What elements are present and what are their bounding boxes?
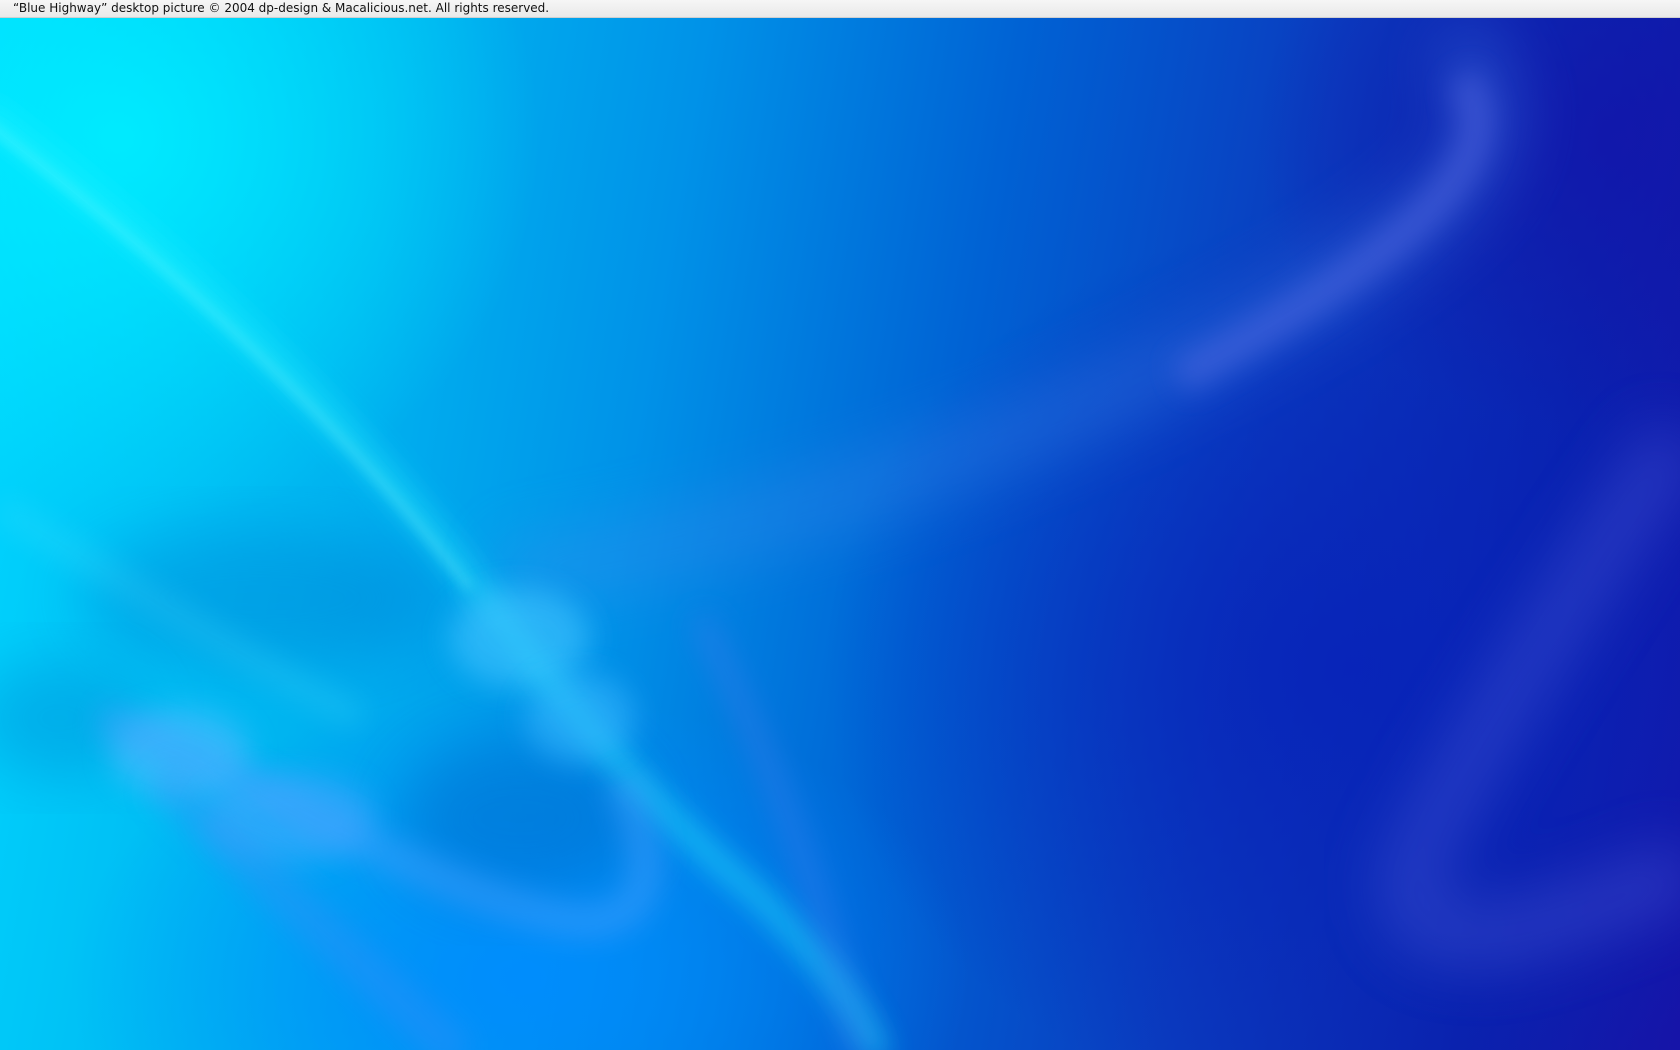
wallpaper-credit-bar: “Blue Highway” desktop picture © 2004 dp… [0, 0, 1680, 18]
desktop-wallpaper [0, 18, 1680, 1050]
wallpaper-credit-text: “Blue Highway” desktop picture © 2004 dp… [13, 1, 550, 15]
wallpaper-light-streaks [0, 18, 1680, 1050]
desktop-screen: “Blue Highway” desktop picture © 2004 dp… [0, 0, 1680, 1050]
